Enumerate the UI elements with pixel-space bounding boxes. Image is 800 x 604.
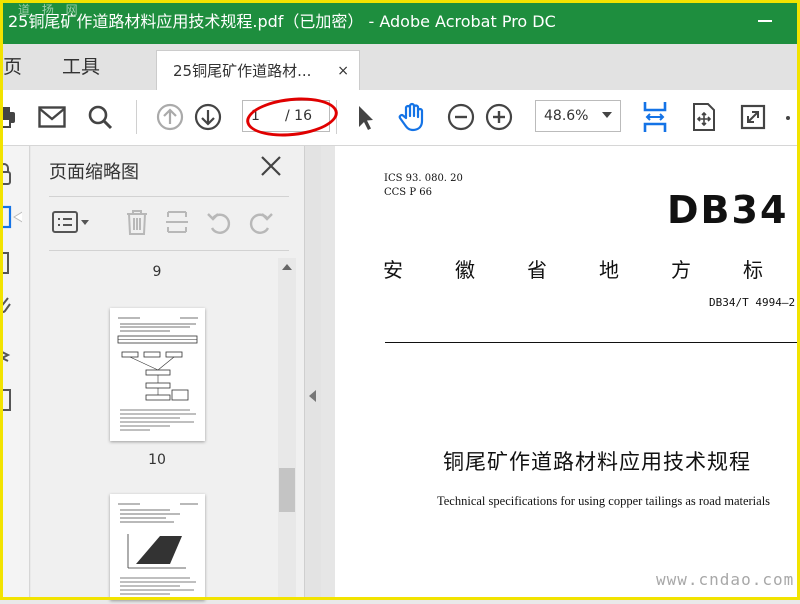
- collapse-panel-icon[interactable]: [309, 390, 316, 402]
- ccs-code: CCS P 66: [384, 187, 432, 198]
- panel-divider: [49, 250, 289, 251]
- toolbar: [0, 90, 800, 146]
- tab-home[interactable]: 主页: [0, 44, 22, 90]
- panel-title: 页面缩略图: [49, 162, 139, 183]
- close-panel-icon[interactable]: [259, 154, 283, 178]
- document-tab-label: 25铜尾矿作道路材...: [173, 62, 312, 80]
- zoom-in-icon[interactable]: [481, 98, 517, 136]
- navigation-pane-strip: [0, 146, 30, 600]
- more-tools-icon[interactable]: [786, 116, 790, 120]
- window-title: 25铜尾矿作道路材料应用技术规程.pdf（已加密） - Adobe Acroba…: [8, 12, 556, 31]
- attachment-icon[interactable]: [0, 292, 22, 318]
- rotate-view-icon[interactable]: [686, 98, 722, 136]
- ics-code: ICS 93. 080. 20: [384, 173, 463, 184]
- page-thumbnail[interactable]: [110, 308, 205, 441]
- panel-splitter[interactable]: [305, 146, 321, 600]
- previous-page-icon[interactable]: [152, 98, 188, 136]
- document-view[interactable]: ICS 93. 080. 20 CCS P 66 DB34 安徽省地方标 DB3…: [321, 146, 800, 600]
- standard-number: DB34/T 4994—2: [709, 296, 796, 309]
- province-standard-heading: 安徽省地方标: [383, 258, 800, 282]
- zoom-value: 48.6%: [544, 108, 589, 124]
- rotate-clockwise-icon[interactable]: [245, 206, 277, 238]
- document-title-en: Technical specifications for using coppe…: [437, 494, 771, 508]
- page-thumbnails-panel: 页面缩略图 9 10: [31, 146, 305, 600]
- close-tab-icon[interactable]: ×: [337, 51, 349, 91]
- print-icon[interactable]: [0, 98, 22, 136]
- document-title-cn: 铜尾矿作道路材料应用技术规程: [443, 450, 751, 474]
- search-icon[interactable]: [82, 98, 118, 136]
- document-icon[interactable]: [0, 386, 22, 412]
- select-tool-icon[interactable]: [346, 98, 382, 136]
- lock-icon[interactable]: [0, 162, 22, 188]
- page-label-9: 9: [152, 264, 162, 280]
- fit-width-icon[interactable]: [637, 98, 673, 136]
- toolbar-divider: [336, 100, 337, 134]
- document-tab[interactable]: 25铜尾矿作道路材... ×: [156, 50, 360, 90]
- current-page-input[interactable]: [251, 101, 275, 131]
- db-code: DB34: [667, 188, 789, 232]
- page-thumbnails-icon[interactable]: [0, 204, 22, 230]
- email-icon[interactable]: [34, 98, 70, 136]
- panel-divider: [49, 196, 289, 197]
- delete-page-icon[interactable]: [121, 206, 153, 238]
- scrollbar-thumb[interactable]: [279, 468, 295, 512]
- chevron-down-icon: [602, 112, 612, 118]
- tab-tools[interactable]: 工具: [62, 44, 100, 90]
- zoom-out-icon[interactable]: [443, 98, 479, 136]
- thumbnail-scrollbar[interactable]: [278, 258, 296, 600]
- rotate-counterclockwise-icon[interactable]: [203, 206, 235, 238]
- options-menu-button[interactable]: [49, 206, 93, 238]
- title-bar: 道 扬 网 25铜尾矿作道路材料应用技术规程.pdf（已加密） - Adobe …: [0, 0, 800, 44]
- hand-tool-icon[interactable]: [394, 98, 430, 136]
- extract-pages-icon[interactable]: [161, 206, 193, 238]
- page-number-field[interactable]: / 16: [242, 100, 330, 132]
- tab-row: 主页 工具 25铜尾矿作道路材... ×: [0, 44, 800, 90]
- pdf-page: ICS 93. 080. 20 CCS P 66 DB34 安徽省地方标 DB3…: [335, 146, 800, 600]
- scroll-up-icon[interactable]: [282, 264, 292, 270]
- total-pages: / 16: [285, 108, 312, 124]
- zoom-dropdown[interactable]: 48.6%: [535, 100, 621, 132]
- bookmarks-icon[interactable]: [0, 250, 22, 276]
- header-rule: [385, 342, 800, 343]
- page-label-10: 10: [148, 452, 166, 468]
- page-thumbnail[interactable]: [110, 494, 205, 600]
- layers-icon[interactable]: [0, 342, 22, 368]
- next-page-icon[interactable]: [190, 98, 226, 136]
- site-watermark: www.cndao.com: [656, 570, 795, 589]
- toolbar-divider: [136, 100, 137, 134]
- minimize-button[interactable]: [758, 20, 772, 22]
- full-screen-icon[interactable]: [735, 98, 771, 136]
